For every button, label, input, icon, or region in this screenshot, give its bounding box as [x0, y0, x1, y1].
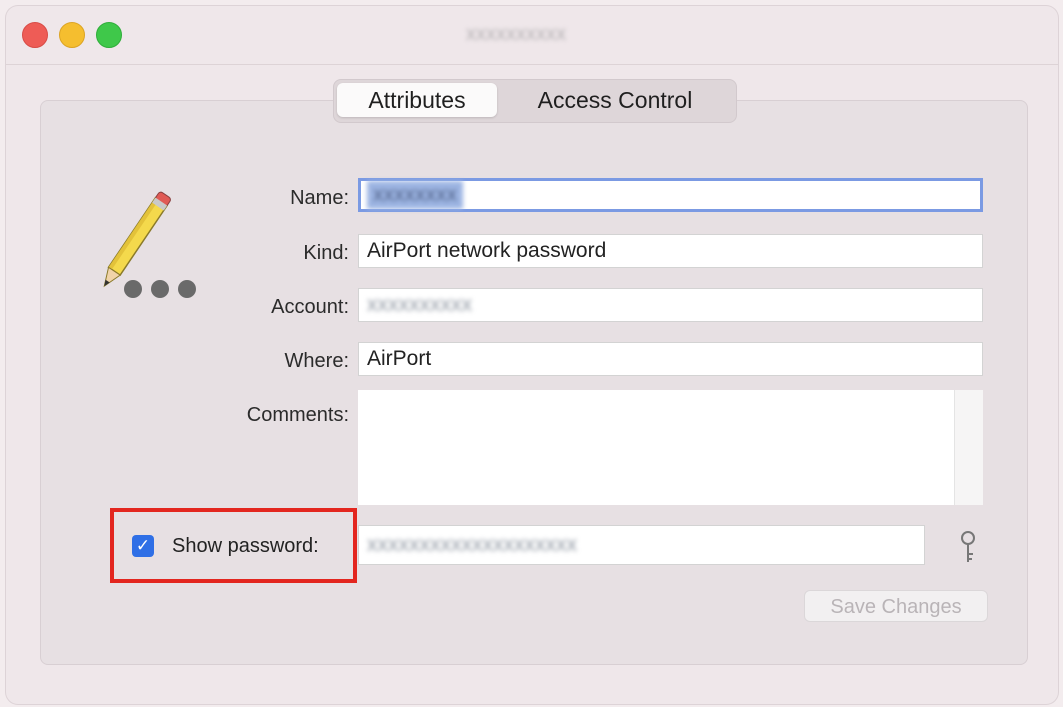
kind-field[interactable]: AirPort network password — [358, 234, 983, 268]
tab-access-control[interactable]: Access Control — [504, 83, 726, 117]
zoom-button[interactable] — [96, 22, 122, 48]
comments-scrollbar[interactable] — [954, 390, 983, 505]
comments-label: Comments: — [246, 404, 349, 426]
save-changes-button[interactable]: Save Changes — [804, 590, 988, 622]
where-label: Where: — [284, 350, 349, 372]
name-label: Name: — [290, 187, 349, 209]
password-field[interactable]: xxxxxxxxxxxxxxxxxxxx — [358, 525, 925, 565]
password-value: xxxxxxxxxxxxxxxxxxxx — [367, 533, 577, 556]
name-field[interactable]: xxxxxxxx — [358, 178, 983, 212]
show-password-highlight-box — [110, 508, 357, 583]
title-bar: xxxxxxxxxx — [6, 6, 1058, 65]
name-value: xxxxxxxx — [367, 181, 463, 209]
account-value: xxxxxxxxxx — [367, 293, 472, 316]
window-title: xxxxxxxxxx — [466, 23, 566, 45]
account-label: Account: — [271, 296, 349, 318]
pencil-with-dots-icon — [103, 191, 196, 298]
key-icon[interactable] — [955, 530, 981, 566]
minimize-button[interactable] — [59, 22, 85, 48]
tab-bar: Attributes Access Control — [333, 79, 737, 123]
tab-attributes[interactable]: Attributes — [337, 83, 497, 117]
where-field[interactable]: AirPort — [358, 342, 983, 376]
comments-textarea[interactable] — [358, 390, 983, 505]
close-button[interactable] — [22, 22, 48, 48]
kind-label: Kind: — [303, 242, 349, 264]
account-field[interactable]: xxxxxxxxxx — [358, 288, 983, 322]
